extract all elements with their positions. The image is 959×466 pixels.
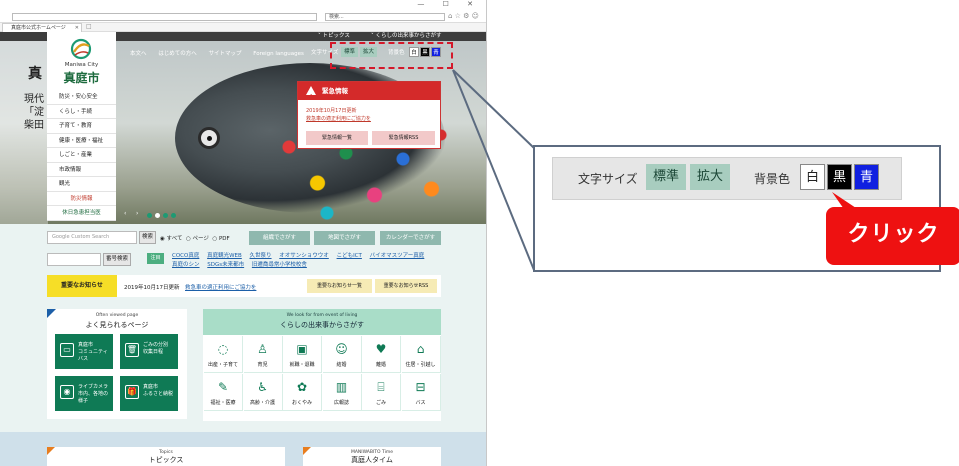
click-pointer [832, 192, 856, 212]
click-badge: クリック [826, 207, 959, 265]
